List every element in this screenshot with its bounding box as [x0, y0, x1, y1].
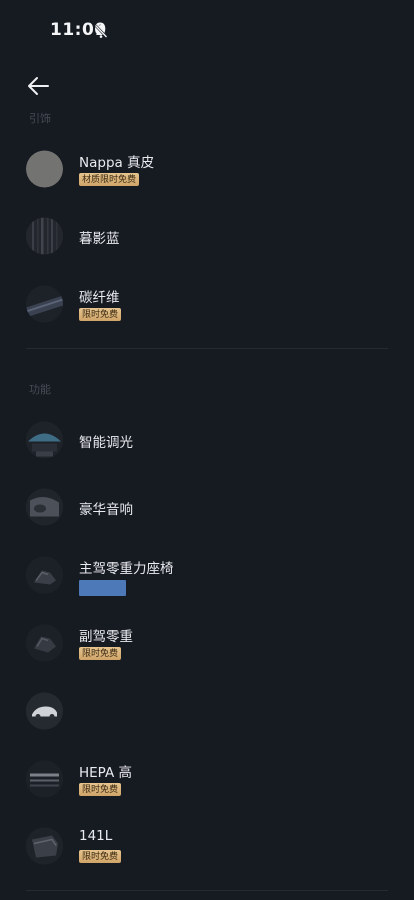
item-label: 副驾零重	[79, 629, 133, 645]
storage-thumb	[26, 827, 63, 865]
list-item-blue[interactable]: 暮影蓝	[0, 208, 414, 264]
promo-badge: 限时免费	[79, 308, 122, 321]
list-item-smart-glass[interactable]: 智能调光	[0, 412, 414, 468]
item-label: Nappa 真皮	[79, 155, 155, 171]
item-label: 碳纤维	[79, 290, 120, 306]
promo-badge: 材质限时免费	[79, 173, 140, 186]
list-item-audio[interactable]: 豪华音响	[0, 479, 414, 535]
car-thumb	[26, 692, 63, 730]
bell-off-icon	[94, 24, 108, 38]
promo-badge: 限时免费	[79, 850, 122, 863]
passenger-seat-thumb	[26, 624, 63, 662]
list-item-hepa[interactable]: HEPA 高 限时免费	[0, 751, 414, 807]
carbon-thumb	[26, 285, 63, 323]
section-label-features: 功能	[29, 383, 51, 396]
leather-thumb	[26, 150, 63, 188]
section-divider	[26, 348, 388, 349]
driver-seat-thumb	[26, 556, 63, 594]
audio-thumb	[26, 488, 63, 526]
blue-badge	[79, 580, 126, 596]
blue-trim-thumb	[26, 217, 63, 255]
list-item-storage[interactable]: 141L 限时免费	[0, 818, 414, 874]
section-label-trim: 引饰	[29, 112, 51, 125]
promo-badge: 限时免费	[79, 647, 122, 660]
promo-badge: 限时免费	[79, 783, 122, 796]
item-label: 豪华音响	[79, 502, 133, 518]
item-label: 主驾零重力座椅	[79, 561, 174, 577]
item-label: HEPA 高	[79, 765, 132, 781]
item-label: 智能调光	[79, 435, 133, 451]
list-item-driver-seat[interactable]: 主驾零重力座椅	[0, 547, 414, 603]
list-item-passenger-seat[interactable]: 副驾零重 限时免费	[0, 615, 414, 671]
arrow-left-icon	[28, 77, 49, 95]
list-item-car[interactable]	[0, 683, 414, 739]
item-label: 暮影蓝	[79, 231, 120, 247]
list-item-nappa[interactable]: Nappa 真皮 材质限时免费	[0, 141, 414, 197]
back-button[interactable]	[22, 70, 54, 102]
status-bar: 11:00	[0, 0, 414, 64]
item-label: 141L	[79, 828, 113, 844]
list-item-carbon[interactable]: 碳纤维 限时免费	[0, 276, 414, 332]
hepa-thumb	[26, 760, 63, 798]
smart-glass-thumb	[26, 421, 63, 459]
bottom-divider	[26, 890, 388, 891]
